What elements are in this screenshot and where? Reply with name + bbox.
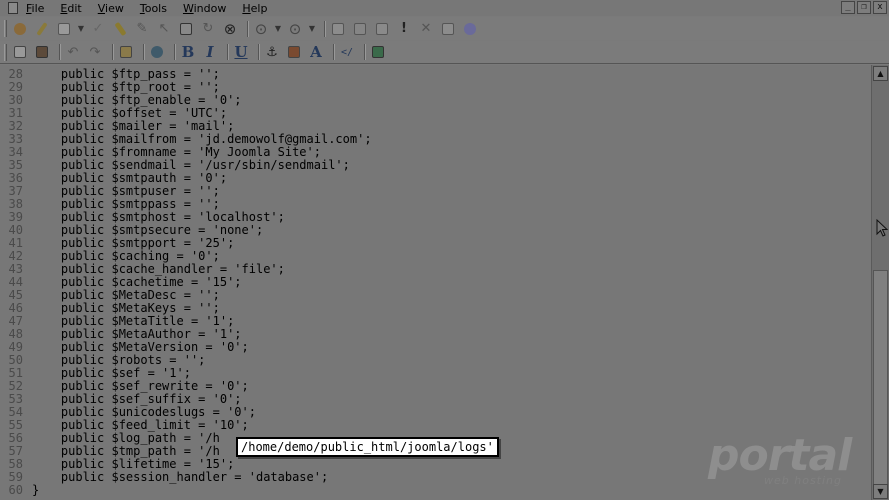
- underline-button[interactable]: U: [232, 43, 250, 61]
- main-toolbar: ▼ ✓ ✎ ↖ ↻ ⊗ ⊙ ▼ ⊙ ▼ ! ✕: [0, 17, 889, 40]
- toolbar-grip[interactable]: [4, 43, 7, 61]
- italic-button[interactable]: I: [201, 43, 219, 61]
- autocomplete-tooltip: /home/demo/public_html/joomla/logs': [236, 437, 499, 457]
- anchor-icon[interactable]: ⚓: [263, 43, 281, 61]
- menu-items: File Edit View Tools Window Help: [26, 2, 283, 15]
- exclamation-icon[interactable]: !: [395, 20, 413, 38]
- globe-icon[interactable]: [461, 20, 479, 38]
- menu-file[interactable]: File: [26, 2, 44, 15]
- toolbar-separator: [247, 20, 248, 37]
- cross-icon[interactable]: ✕: [417, 20, 435, 38]
- toolbar-separator: [364, 44, 365, 60]
- new-document-icon[interactable]: [11, 43, 29, 61]
- document-icon[interactable]: [373, 20, 391, 38]
- restore-button[interactable]: ❐: [857, 1, 871, 14]
- menu-window[interactable]: Window: [183, 2, 226, 15]
- broom-icon[interactable]: [111, 20, 129, 38]
- window-controls: _ ❐ x: [841, 1, 887, 14]
- pages-icon[interactable]: [351, 20, 369, 38]
- watermark-sub-text: web hosting: [764, 474, 842, 487]
- menu-tools[interactable]: Tools: [140, 2, 167, 15]
- mouse-cursor-icon: [876, 219, 888, 237]
- check-icon[interactable]: ✓: [89, 20, 107, 38]
- browser-globe-icon[interactable]: [148, 43, 166, 61]
- upload-icon[interactable]: ⊙: [286, 20, 304, 38]
- toolbar-separator: [112, 44, 113, 60]
- wizard-icon[interactable]: [11, 20, 29, 38]
- save-icon[interactable]: [33, 43, 51, 61]
- toolbar-separator: [174, 44, 175, 60]
- document-icon: [8, 2, 18, 14]
- page-icon[interactable]: [329, 20, 347, 38]
- toolbar-separator: [227, 44, 228, 60]
- menu-edit[interactable]: Edit: [60, 2, 81, 15]
- magic-wand-icon[interactable]: [33, 20, 51, 38]
- minimize-button[interactable]: _: [841, 1, 855, 14]
- editor-window: File Edit View Tools Window Help _ ❐ x ▼ ✓ ✎ …: [0, 0, 889, 500]
- pointer-icon[interactable]: ↖: [155, 20, 173, 38]
- redo-icon[interactable]: ↷: [86, 43, 104, 61]
- chevron-down-icon[interactable]: ▼: [274, 20, 282, 38]
- code-text: public $session_handler = 'database';: [32, 470, 329, 484]
- refresh-icon[interactable]: ↻: [199, 20, 217, 38]
- chevron-down-icon[interactable]: ▼: [308, 20, 316, 38]
- scroll-thumb[interactable]: [873, 270, 888, 485]
- menu-help[interactable]: Help: [242, 2, 267, 15]
- table-icon[interactable]: [369, 43, 387, 61]
- menu-view[interactable]: View: [98, 2, 124, 15]
- toolbar-separator: [333, 44, 334, 60]
- find-icon[interactable]: [117, 43, 135, 61]
- toolbar-separator: [258, 44, 259, 60]
- toolbar-separator: [324, 20, 325, 37]
- format-toolbar: ↶ ↷ B I U ⚓ A </: [0, 41, 889, 64]
- download-icon[interactable]: ⊙: [252, 20, 270, 38]
- toolbar-separator: [143, 44, 144, 60]
- image-icon[interactable]: [285, 43, 303, 61]
- preview-icon[interactable]: [177, 20, 195, 38]
- line-number: 60: [8, 483, 23, 497]
- code-text: }: [32, 483, 40, 497]
- undo-icon[interactable]: ↶: [64, 43, 82, 61]
- toolbar-grip[interactable]: [4, 20, 7, 37]
- vertical-scrollbar[interactable]: ▲ ▼: [871, 65, 889, 500]
- bold-button[interactable]: B: [179, 43, 197, 61]
- check-document-icon[interactable]: [439, 20, 457, 38]
- close-button[interactable]: x: [873, 1, 887, 14]
- new-file-dropdown-icon[interactable]: [55, 20, 73, 38]
- stop-icon[interactable]: ⊗: [221, 20, 239, 38]
- menu-bar: File Edit View Tools Window Help _ ❐ x: [0, 0, 889, 16]
- font-button[interactable]: A: [307, 43, 325, 61]
- scroll-up-button[interactable]: ▲: [873, 66, 888, 81]
- portal-watermark-logo: portal web hosting: [708, 430, 868, 490]
- chevron-down-icon[interactable]: ▼: [77, 20, 85, 38]
- tag-button[interactable]: </: [338, 43, 356, 61]
- toolbar-separator: [59, 44, 60, 60]
- spellcheck-icon[interactable]: ✎: [133, 20, 151, 38]
- scroll-down-button[interactable]: ▼: [873, 484, 888, 499]
